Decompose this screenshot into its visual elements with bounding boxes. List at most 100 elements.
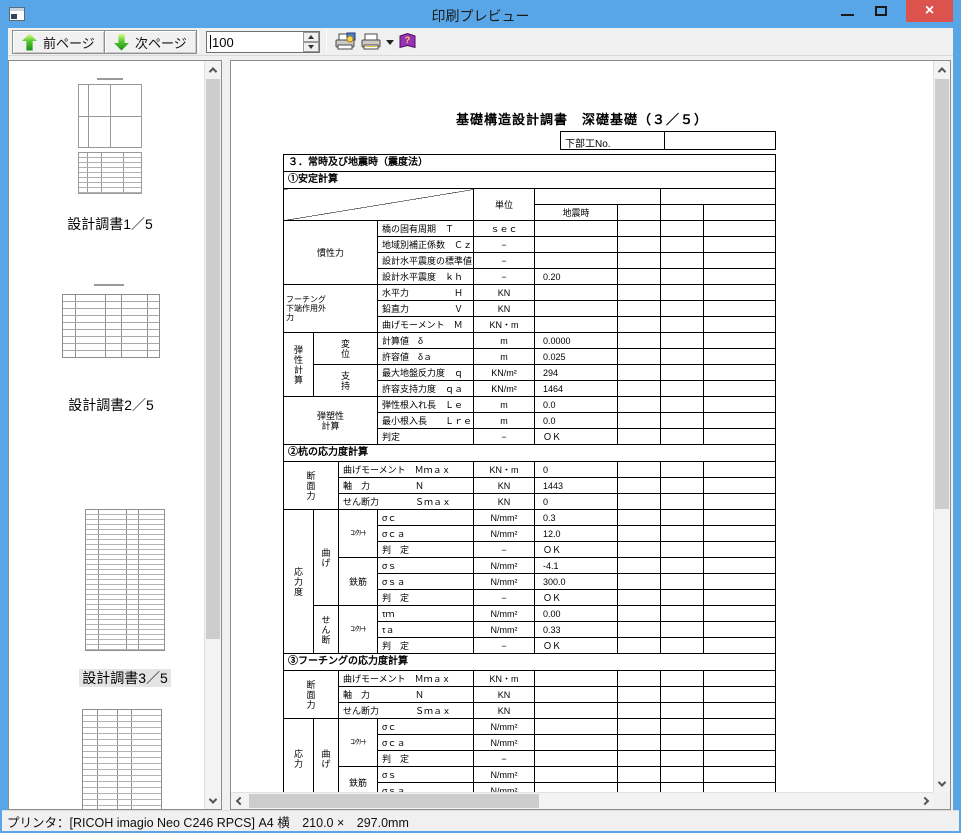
scrollbar-thumb[interactable] <box>935 79 949 509</box>
table-cell <box>617 204 661 221</box>
table-cell <box>534 236 618 253</box>
table-cell: 300.0 <box>534 573 618 590</box>
scroll-down-button[interactable] <box>205 792 221 809</box>
preview-horizontal-scrollbar[interactable] <box>231 792 933 809</box>
scroll-up-button[interactable] <box>934 61 950 78</box>
table-cell <box>617 412 661 429</box>
scroll-up-button[interactable] <box>205 61 221 78</box>
window-title: 印刷プレビュー <box>431 8 530 24</box>
table-row: せ ん 断ｺﾝｸﾘｰﾄ τｍ N/mm² 0.00 <box>284 605 777 654</box>
table-cell: 294 <box>534 364 618 381</box>
zoom-spinner[interactable]: 100 <box>206 31 320 53</box>
table-cell <box>534 766 618 783</box>
table-cell <box>660 734 704 751</box>
table-cell <box>702 220 777 237</box>
page-thumbnail-3[interactable]: 設計調書3／5 <box>65 509 185 688</box>
table-cell <box>534 252 618 269</box>
scrollbar-thumb[interactable] <box>206 79 220 639</box>
table-cell: σｃａ <box>377 525 474 542</box>
table-cell: 応 力 度 <box>283 509 314 654</box>
table-row: ②杭の応力度計算 <box>282 444 777 462</box>
table-cell: ＯＫ <box>534 428 618 445</box>
page-thumbnail-2[interactable]: 設計調書2／5 <box>51 282 171 415</box>
table-cell <box>617 670 661 687</box>
help-book-icon[interactable]: ? <box>398 32 417 55</box>
scroll-right-button[interactable] <box>916 793 933 809</box>
table-cell <box>660 412 704 429</box>
table-cell <box>660 605 704 622</box>
table-cell <box>617 493 661 510</box>
table-cell <box>702 766 777 783</box>
page3-sketch <box>85 509 165 651</box>
table-cell <box>659 188 777 205</box>
thumbnail-label-2[interactable]: 設計調書2／5 <box>65 396 157 414</box>
close-button[interactable]: × <box>906 0 953 22</box>
spin-up-button[interactable] <box>303 32 319 42</box>
table-cell <box>534 284 618 301</box>
table-cell: せん断力 Ｓｍａｘ <box>338 493 474 510</box>
chevron-down-icon <box>208 794 218 804</box>
thumbnail-sidebar: 設計調書1／5 設計調書2／5 設計調書3／5 設計調書4／5 <box>8 60 222 833</box>
minimize-button[interactable] <box>832 0 862 22</box>
table-cell <box>702 525 777 542</box>
table-cell: KN・m <box>473 461 535 478</box>
table-cell <box>617 348 661 365</box>
table-cell: KN・m <box>473 316 535 333</box>
table-cell <box>617 589 661 606</box>
table-row: ①安定計算 <box>282 171 777 189</box>
table-cell <box>702 637 777 654</box>
scroll-down-button[interactable] <box>934 775 950 792</box>
table-cell: ①安定計算 <box>282 171 777 189</box>
table-cell: ｺﾝｸﾘｰﾄ <box>338 509 378 558</box>
print-icon[interactable] <box>360 32 382 56</box>
table-cell <box>660 589 704 606</box>
preview-vertical-scrollbar[interactable] <box>933 61 950 792</box>
table-cell: 断 面 力 <box>283 461 339 510</box>
next-page-button[interactable]: 次ページ <box>104 30 197 54</box>
table-cell: 軸 力 Ｎ <box>338 477 474 494</box>
prev-page-button[interactable]: 前ページ <box>12 30 105 54</box>
table-cell: -4.1 <box>534 557 618 574</box>
table-cell: σｃ <box>377 509 474 526</box>
table-cell: 0.20 <box>534 268 618 285</box>
table-cell <box>617 573 661 590</box>
table-cell <box>660 348 704 365</box>
table-cell <box>617 461 661 478</box>
table-cell <box>534 718 618 735</box>
table-cell <box>617 734 661 751</box>
table-row: 断 面 力曲げモーメント Ｍｍａｘ KN・m <box>283 670 777 719</box>
thumbnail-label-1[interactable]: 設計調書1／5 <box>64 215 156 233</box>
table-row: フーチング 下端作用外 力水平力 Ｈ KN <box>283 284 777 333</box>
table-cell: 0.0 <box>534 412 618 429</box>
spin-down-button[interactable] <box>303 42 319 52</box>
table-cell: σｃａ <box>377 734 474 751</box>
print-dropdown-arrow[interactable] <box>386 40 394 45</box>
table-cell: 0 <box>534 493 618 510</box>
table-cell: ＯＫ <box>534 589 618 606</box>
toolbar: 前ページ 次ページ 100 ? <box>8 28 953 56</box>
table-cell: 弾塑性 計算 <box>283 396 378 445</box>
page-thumbnail-1[interactable]: 設計調書1／5 <box>50 77 170 234</box>
table-row: 単位 <box>283 188 777 221</box>
maximize-button[interactable] <box>866 0 896 22</box>
table-cell: σｓ <box>377 766 474 783</box>
table-cell <box>660 670 704 687</box>
table-cell <box>660 477 704 494</box>
table-cell: N/mm² <box>473 525 535 542</box>
table-cell <box>660 541 704 558</box>
lower-structure-no-box: 下部工No. <box>560 131 776 150</box>
table-cell <box>617 332 661 349</box>
scrollbar-thumb[interactable] <box>249 794 539 808</box>
next-page-label: 次ページ <box>135 35 187 51</box>
table-cell: 曲げモーメント Ｍ <box>377 316 474 333</box>
thumbnail-label-3-selected[interactable]: 設計調書3／5 <box>79 669 171 687</box>
table-cell <box>617 557 661 574</box>
table-cell: − <box>473 236 535 253</box>
table-cell: N/mm² <box>473 605 535 622</box>
table-cell: N/mm² <box>473 734 535 751</box>
table-cell <box>617 541 661 558</box>
sidebar-scrollbar[interactable] <box>204 61 221 809</box>
table-cell <box>660 637 704 654</box>
scroll-left-button[interactable] <box>231 793 248 809</box>
print-setup-icon[interactable] <box>334 32 356 56</box>
